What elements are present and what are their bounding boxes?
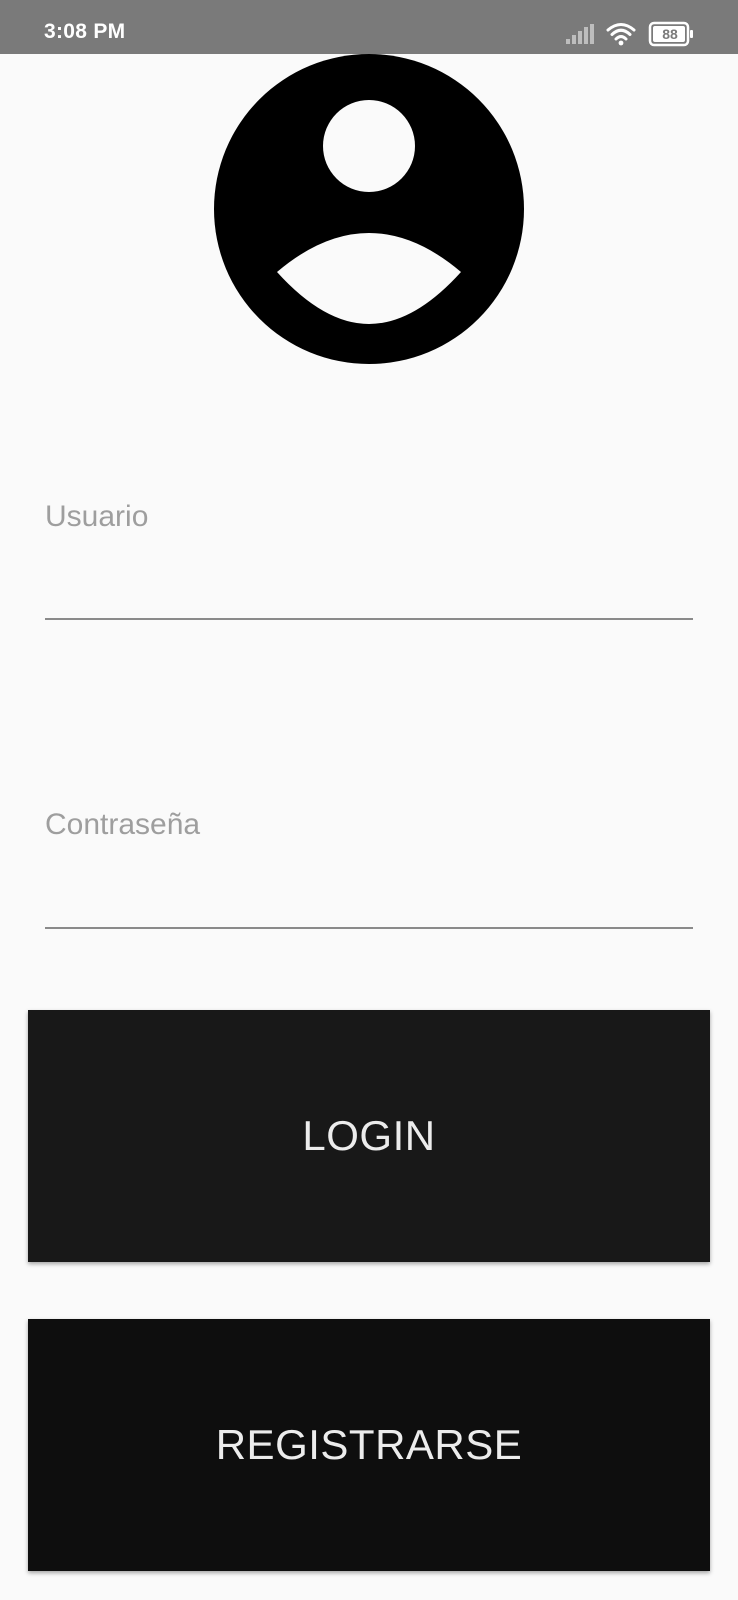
username-underline	[45, 618, 693, 620]
battery-level: 88	[662, 26, 678, 42]
battery-icon: 88	[648, 21, 696, 47]
password-label: Contraseña	[45, 808, 201, 841]
login-button[interactable]: LOGIN	[28, 1010, 710, 1262]
username-label: Usuario	[45, 500, 149, 533]
status-bar: 3:08 PM 88	[0, 0, 738, 54]
account-circle-icon	[214, 54, 524, 364]
wifi-icon	[606, 22, 636, 46]
status-icons: 88	[566, 20, 696, 48]
password-field[interactable]: Contraseña	[45, 808, 693, 929]
password-underline	[45, 927, 693, 929]
username-input[interactable]	[45, 540, 693, 600]
username-field[interactable]: Usuario	[45, 500, 693, 620]
signal-icon	[566, 24, 594, 44]
status-time: 3:08 PM	[44, 20, 126, 43]
register-button[interactable]: REGISTRARSE	[28, 1319, 710, 1571]
password-input[interactable]	[45, 848, 693, 908]
